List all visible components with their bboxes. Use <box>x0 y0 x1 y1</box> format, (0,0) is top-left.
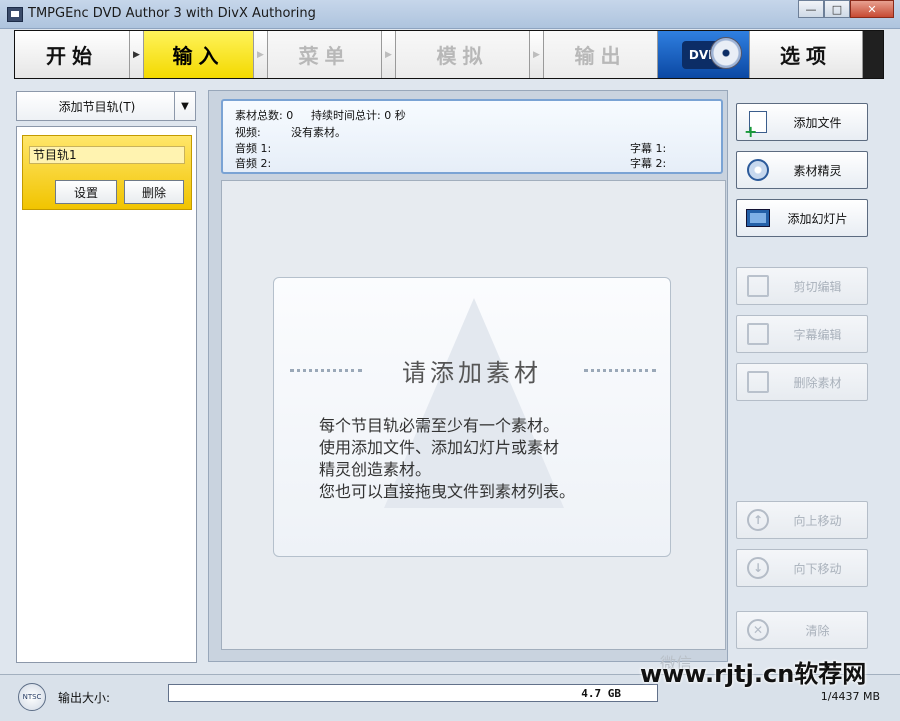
add-file-label: 添加文件 <box>793 115 842 130</box>
ntsc-format-icon[interactable]: NTSC <box>18 683 46 711</box>
disc-wizard-icon <box>744 157 772 183</box>
clip-info-panel: 素材总数: 0 持续时间总计: 0 秒 视频: 没有素材。 音频 1: 音频 2… <box>221 99 723 174</box>
hint-line: 每个节目轨必需至少有一个素材。 <box>319 416 560 435</box>
chevron-right-icon: ▶ <box>254 31 268 78</box>
move-down-button[interactable]: ↓ 向下移动 <box>736 549 868 587</box>
audio2-label: 音频 2: <box>235 157 272 170</box>
move-down-label: 向下移动 <box>793 561 842 576</box>
chevron-right-icon: ▶ <box>130 31 144 78</box>
clip-wizard-button[interactable]: 素材精灵 <box>736 151 868 189</box>
step-options[interactable]: 选项 <box>750 31 863 78</box>
video-label: 视频: <box>235 126 261 139</box>
window-title: TMPGEnc DVD Author 3 with DivX Authoring <box>28 6 316 21</box>
step-start[interactable]: 开始 <box>15 31 130 78</box>
step-dvd-logo: DVD <box>658 31 750 78</box>
dvd-logo-icon: DVD <box>681 36 742 69</box>
move-up-label: 向上移动 <box>793 513 842 528</box>
step-menu[interactable]: 菜单 <box>268 31 382 78</box>
step-output[interactable]: 输出 <box>544 31 658 78</box>
track-name-field[interactable]: 节目轨1 <box>29 146 185 164</box>
app-icon <box>7 7 23 22</box>
move-down-icon: ↓ <box>744 555 772 581</box>
clip-count: 素材总数: 0 <box>235 109 294 122</box>
add-file-button[interactable]: 添加文件 <box>736 103 868 141</box>
minimize-button[interactable]: — <box>798 0 824 18</box>
clear-button[interactable]: ✕ 清除 <box>736 611 868 649</box>
subtitle-edit-label: 字幕编辑 <box>793 327 842 342</box>
hint-line: 精灵创造素材。 <box>319 460 432 479</box>
chevron-right-icon: ▶ <box>382 31 396 78</box>
output-size-bar: 4.7 GB <box>168 684 658 702</box>
step-preview[interactable]: 模拟 <box>396 31 530 78</box>
subtitle1-label: 字幕 1: <box>630 142 667 155</box>
title-bar: TMPGEnc DVD Author 3 with DivX Authoring… <box>0 0 900 29</box>
usage-value: 1/4437 MB <box>820 690 880 703</box>
clip-wizard-label: 素材精灵 <box>793 163 842 178</box>
maximize-button[interactable]: □ <box>824 0 850 18</box>
disc-capacity: 4.7 GB <box>581 687 621 700</box>
add-slideshow-label: 添加幻灯片 <box>787 211 848 226</box>
dotted-divider-right <box>584 369 656 372</box>
dropdown-arrow-icon[interactable]: ▼ <box>174 92 195 120</box>
disc-icon <box>709 36 742 69</box>
subtitle-edit-icon <box>744 321 772 347</box>
subtitle2-label: 字幕 2: <box>630 157 667 170</box>
empty-hint-box: 请添加素材 每个节目轨必需至少有一个素材。 使用添加文件、添加幻灯片或素材 精灵… <box>273 277 671 557</box>
delete-clip-button[interactable]: 删除素材 <box>736 363 868 401</box>
subtitle-edit-button[interactable]: 字幕编辑 <box>736 315 868 353</box>
hint-line: 您也可以直接拖曳文件到素材列表。 <box>319 482 576 501</box>
track-delete-button[interactable]: 删除 <box>124 180 184 204</box>
hint-line: 使用添加文件、添加幻灯片或素材 <box>319 438 560 457</box>
track-settings-button[interactable]: 设置 <box>55 180 117 204</box>
cut-edit-button[interactable]: 剪切编辑 <box>736 267 868 305</box>
clear-icon: ✕ <box>744 617 772 643</box>
window-controls: — □ ✕ <box>798 0 894 18</box>
total-duration: 持续时间总计: 0 秒 <box>311 109 406 122</box>
cut-edit-icon <box>744 273 772 299</box>
slideshow-icon <box>744 205 772 231</box>
audio1-label: 音频 1: <box>235 142 272 155</box>
close-button[interactable]: ✕ <box>850 0 894 18</box>
add-file-icon <box>744 109 772 138</box>
track-item[interactable]: 节目轨1 设置 删除 <box>22 135 192 210</box>
clear-label: 清除 <box>805 623 830 638</box>
step-navigation: 开始 ▶ 输入 ▶ 菜单 ▶ 模拟 ▶ 输出 DVD 选项 <box>14 30 884 79</box>
add-slideshow-button[interactable]: 添加幻灯片 <box>736 199 868 237</box>
chevron-right-icon: ▶ <box>530 31 544 78</box>
add-track-label: 添加节目轨(T) <box>58 99 136 114</box>
delete-clip-icon <box>744 369 772 395</box>
track-list: 节目轨1 设置 删除 <box>16 126 197 663</box>
output-size-label: 输出大小: <box>58 691 111 705</box>
move-up-icon: ↑ <box>744 507 772 533</box>
cut-edit-label: 剪切编辑 <box>793 279 842 294</box>
step-input[interactable]: 输入 <box>144 31 254 78</box>
move-up-button[interactable]: ↑ 向上移动 <box>736 501 868 539</box>
delete-clip-label: 删除素材 <box>793 375 842 390</box>
video-value: 没有素材。 <box>291 126 346 139</box>
add-track-dropdown[interactable]: 添加节目轨(T) ▼ <box>16 91 196 121</box>
watermark-text: www.rjtj.cn软荐网 <box>640 660 867 688</box>
